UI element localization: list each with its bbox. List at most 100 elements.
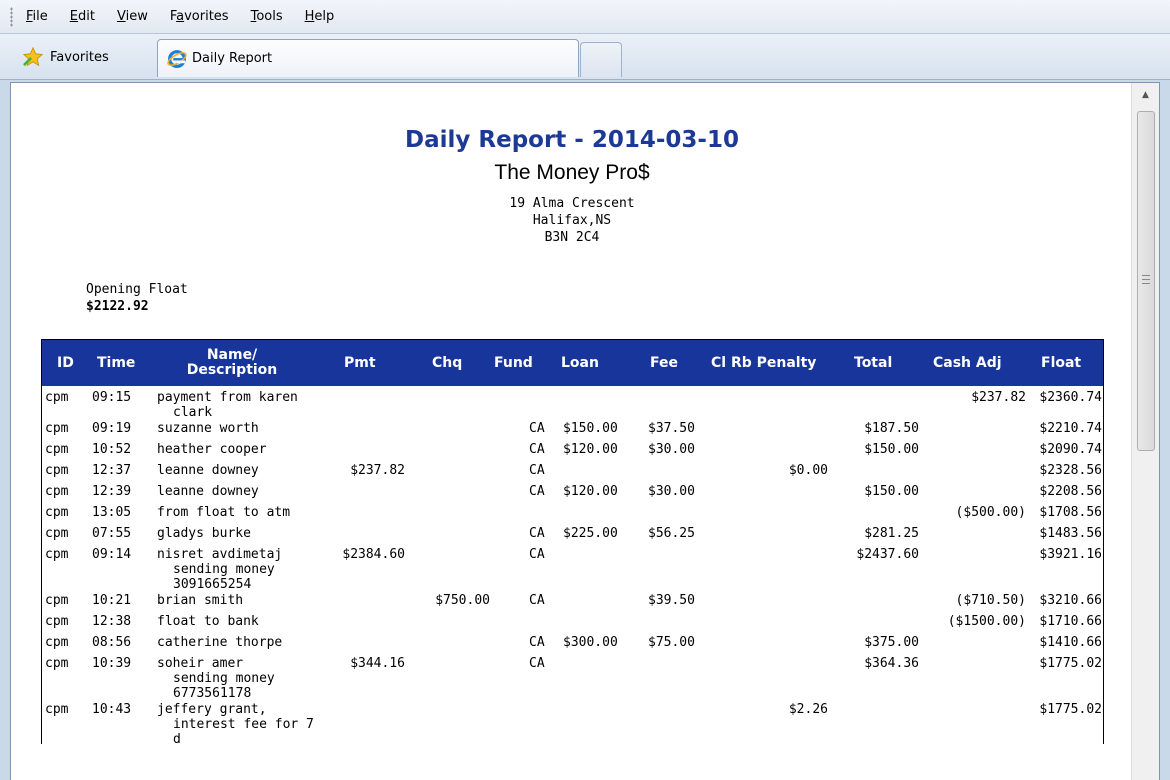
cell-description: float to bank (157, 614, 317, 629)
cell-penalty: $2.26 (788, 702, 828, 717)
cell-cash-adj: ($500.00) (955, 505, 1026, 520)
cell-id: cpm (45, 505, 69, 520)
cell-loan: $225.00 (563, 526, 618, 541)
table-row: cpm 09:15 $237.82 $2360.74 payment from kare… (42, 386, 1103, 420)
col-pmt: Pmt (344, 355, 376, 371)
cell-time: 10:52 (92, 442, 132, 457)
cell-id: cpm (45, 702, 69, 717)
cell-fund: CA (529, 593, 545, 608)
menu-view[interactable]: View (117, 9, 148, 24)
vertical-scrollbar[interactable]: ▲ (1131, 83, 1159, 780)
col-name: Name/ (206, 347, 258, 363)
cell-id: cpm (45, 421, 69, 436)
description-line: leanne downey (157, 484, 259, 499)
menu-bar: File Edit View Favorites Tools Help (0, 0, 1170, 34)
cell-cash-adj: ($1500.00) (947, 614, 1026, 629)
description-line: interest fee for 7 (173, 717, 314, 732)
table-row: cpm 10:39 $344.16 CA $364.36 $1775.02 soheir a… (42, 652, 1103, 701)
cell-total: $187.50 (864, 421, 919, 436)
cell-float: $2208.56 (1039, 484, 1102, 499)
menu-edit[interactable]: Edit (70, 9, 95, 24)
description-line: sending money (173, 562, 275, 577)
address-line-1: 19 Alma Crescent (509, 196, 635, 211)
tab-daily-report[interactable]: Daily Report (157, 39, 579, 77)
description-line: nisret avdimetaj (157, 547, 283, 562)
description-line: d (173, 732, 181, 747)
description-line: heather cooper (157, 442, 267, 457)
scroll-up-arrow-icon[interactable]: ▲ (1132, 83, 1159, 107)
menu-favorites[interactable]: Favorites (170, 9, 229, 24)
cell-cash-adj: ($710.50) (955, 593, 1026, 608)
cell-id: cpm (45, 463, 69, 478)
cell-total: $150.00 (864, 484, 919, 499)
cell-description: catherine thorpe (157, 635, 317, 650)
tab-bar: Favorites Daily Report (0, 34, 1170, 80)
table-row: cpm 07:55 CA $225.00 $56.25 $281.25 $1483.56 gl… (42, 522, 1103, 543)
cell-float: $1708.56 (1039, 505, 1102, 520)
cell-fee: $37.50 (648, 421, 695, 436)
cell-id: cpm (45, 526, 69, 541)
cell-description: suzanne worth (157, 421, 317, 436)
col-chq: Chq (432, 355, 463, 371)
report-table: ID Time Name/ Description Pmt Chq Fund L… (41, 339, 1104, 747)
cell-id: cpm (45, 593, 69, 608)
scrollbar-thumb[interactable] (1137, 111, 1155, 451)
cell-time: 09:19 (92, 421, 132, 436)
description-line: soheir amer (157, 656, 244, 671)
col-fund: Fund (494, 355, 533, 371)
menu-tools[interactable]: Tools (251, 9, 283, 24)
cell-time: 12:37 (92, 463, 132, 478)
cell-description: nisret avdimetaj sending money 3091665254 (157, 547, 317, 592)
cell-total: $364.36 (864, 656, 919, 671)
cell-total: $2437.60 (856, 547, 919, 562)
cell-float: $1775.02 (1039, 702, 1102, 717)
cell-description: leanne downey (157, 484, 317, 499)
cell-float: $3921.16 (1039, 547, 1102, 562)
ie-icon (167, 49, 187, 68)
cell-fund: CA (529, 635, 545, 650)
cell-pmt: $344.16 (350, 656, 405, 671)
favorites-button[interactable]: Favorites (22, 44, 109, 70)
opening-float-value: $2122.92 (86, 299, 149, 314)
cell-time: 10:21 (92, 593, 132, 608)
cell-description: jeffery grant, interest fee for 7d (157, 702, 317, 747)
col-description: Description (186, 362, 278, 378)
cell-fund: CA (529, 526, 545, 541)
cell-fund: CA (529, 442, 545, 457)
cell-fund: CA (529, 484, 545, 499)
cell-time: 10:39 (92, 656, 132, 671)
cell-float: $1775.02 (1039, 656, 1102, 671)
description-line: sending money (173, 671, 275, 686)
cell-fee: $30.00 (648, 442, 695, 457)
table-row: cpm 09:14 $2384.60 CA $2437.60 $3921.16 nisret… (42, 543, 1103, 592)
description-line: leanne downey (157, 463, 259, 478)
favorites-label: Favorites (50, 49, 109, 65)
menu-file[interactable]: File (26, 9, 48, 24)
cell-loan: $120.00 (563, 442, 618, 457)
address-line-2: Halifax,NS (532, 213, 612, 228)
cell-float: $1483.56 (1039, 526, 1102, 541)
cell-id: cpm (45, 442, 69, 457)
menu-help[interactable]: Help (305, 9, 335, 24)
description-line: gladys burke (157, 526, 251, 541)
table-body: cpm 09:15 $237.82 $2360.74 payment from kare… (42, 386, 1103, 747)
address-line-3: B3N 2C4 (544, 230, 600, 245)
cell-cash-adj: $237.82 (971, 390, 1026, 405)
cell-float: $1410.66 (1039, 635, 1102, 650)
table-row: cpm 13:05 ($500.00) $1708.56 from float to a… (42, 501, 1103, 522)
table-header: ID Time Name/ Description Pmt Chq Fund L… (42, 340, 1103, 386)
cell-total: $375.00 (864, 635, 919, 650)
scroll-grip-icon (1142, 275, 1150, 284)
cell-fund: CA (529, 547, 545, 562)
cell-pmt: $237.82 (350, 463, 405, 478)
cell-fee: $30.00 (648, 484, 695, 499)
col-cash-adj: Cash Adj (933, 355, 1002, 371)
toolbar-grip[interactable] (10, 7, 13, 27)
cell-fee: $39.50 (648, 593, 695, 608)
cell-description: payment from karen clark (157, 390, 317, 420)
new-tab-button[interactable] (580, 42, 622, 77)
table-row: cpm 12:39 CA $120.00 $30.00 $150.00 $2208.56 le… (42, 480, 1103, 501)
cell-time: 12:38 (92, 614, 132, 629)
cell-time: 09:14 (92, 547, 132, 562)
cell-total: $150.00 (864, 442, 919, 457)
